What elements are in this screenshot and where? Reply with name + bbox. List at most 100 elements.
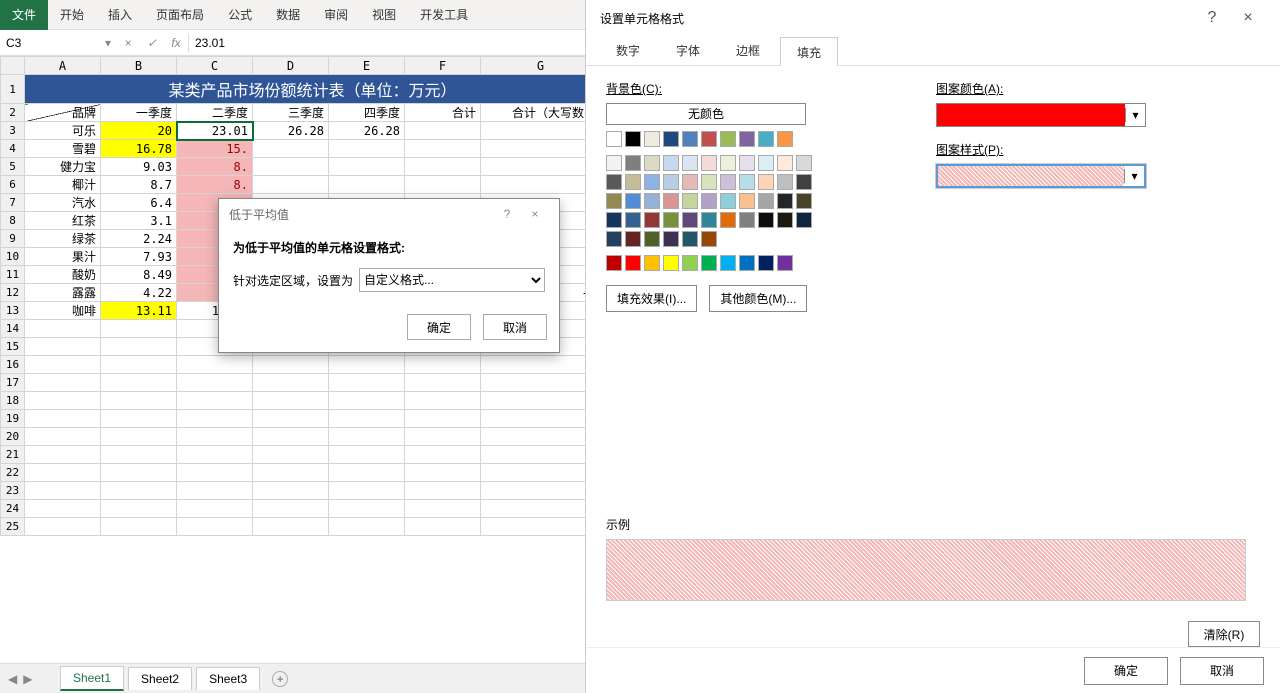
color-swatch[interactable]	[758, 212, 774, 228]
cell[interactable]	[177, 518, 253, 536]
color-swatch[interactable]	[739, 255, 755, 271]
row-header[interactable]: 18	[1, 392, 25, 410]
ribbon-tab-insert[interactable]: 插入	[96, 0, 144, 30]
cell[interactable]	[405, 410, 481, 428]
color-swatch[interactable]	[796, 174, 812, 190]
cell[interactable]	[253, 392, 329, 410]
cell[interactable]: 8.49	[101, 266, 177, 284]
cell[interactable]	[101, 392, 177, 410]
cell[interactable]	[177, 410, 253, 428]
cell[interactable]	[481, 158, 601, 176]
cell[interactable]	[101, 320, 177, 338]
cell[interactable]	[101, 482, 177, 500]
cell[interactable]	[329, 464, 405, 482]
fmt-tab-font[interactable]: 字体	[660, 36, 716, 65]
sheet-add-button[interactable]: +	[272, 671, 288, 687]
cell[interactable]	[25, 374, 101, 392]
cell[interactable]: 9.03	[101, 158, 177, 176]
cell[interactable]: 26.28	[329, 122, 405, 140]
cell[interactable]	[253, 176, 329, 194]
cell[interactable]	[177, 500, 253, 518]
color-swatch[interactable]	[663, 212, 679, 228]
row-header[interactable]: 16	[1, 356, 25, 374]
cell[interactable]	[329, 140, 405, 158]
ribbon-tab-review[interactable]: 审阅	[312, 0, 360, 30]
color-swatch[interactable]	[606, 131, 622, 147]
color-swatch[interactable]	[625, 174, 641, 190]
cell[interactable]	[25, 446, 101, 464]
cell[interactable]	[177, 482, 253, 500]
cell[interactable]	[481, 410, 601, 428]
fmt-tab-fill[interactable]: 填充	[780, 37, 838, 66]
cell[interactable]: 果汁	[25, 248, 101, 266]
color-swatch[interactable]	[625, 131, 641, 147]
color-swatch[interactable]	[606, 231, 622, 247]
cell[interactable]	[405, 518, 481, 536]
cell[interactable]	[481, 356, 601, 374]
cell[interactable]	[481, 122, 601, 140]
cell[interactable]: 汽水	[25, 194, 101, 212]
color-swatch[interactable]	[720, 174, 736, 190]
color-swatch[interactable]	[644, 193, 660, 209]
row-header[interactable]: 15	[1, 338, 25, 356]
cell[interactable]: 13.11	[101, 302, 177, 320]
cell[interactable]	[101, 518, 177, 536]
cell[interactable]	[253, 464, 329, 482]
color-swatch[interactable]	[777, 174, 793, 190]
color-swatch[interactable]	[682, 193, 698, 209]
cell[interactable]	[253, 500, 329, 518]
color-swatch[interactable]	[720, 155, 736, 171]
cell[interactable]	[25, 428, 101, 446]
select-all-corner[interactable]	[1, 57, 25, 75]
color-swatch[interactable]	[644, 255, 660, 271]
cell[interactable]	[405, 158, 481, 176]
cell[interactable]	[329, 518, 405, 536]
cell[interactable]: 15.	[177, 140, 253, 158]
cell[interactable]: 椰汁	[25, 176, 101, 194]
cell[interactable]	[25, 464, 101, 482]
cell[interactable]	[253, 158, 329, 176]
color-swatch[interactable]	[739, 174, 755, 190]
cell[interactable]	[101, 500, 177, 518]
color-swatch[interactable]	[625, 255, 641, 271]
cell[interactable]	[481, 374, 601, 392]
pattern-style-dropdown[interactable]: ▾	[936, 164, 1146, 188]
cf-ok-button[interactable]: 确定	[407, 314, 471, 340]
cell[interactable]	[481, 392, 601, 410]
row-header[interactable]: 17	[1, 374, 25, 392]
color-swatch[interactable]	[739, 193, 755, 209]
cell[interactable]: 露露	[25, 284, 101, 302]
color-swatch[interactable]	[606, 255, 622, 271]
cf-cancel-button[interactable]: 取消	[483, 314, 547, 340]
cell[interactable]	[405, 140, 481, 158]
name-box-dropdown-icon[interactable]: ▾	[100, 36, 116, 50]
cell[interactable]	[481, 500, 601, 518]
color-swatch[interactable]	[777, 255, 793, 271]
row-header[interactable]: 8	[1, 212, 25, 230]
cell[interactable]	[329, 446, 405, 464]
cell[interactable]	[177, 356, 253, 374]
cell[interactable]	[481, 518, 601, 536]
color-swatch[interactable]	[739, 131, 755, 147]
ribbon-tab-layout[interactable]: 页面布局	[144, 0, 216, 30]
cell[interactable]	[101, 410, 177, 428]
color-swatch[interactable]	[606, 212, 622, 228]
cell[interactable]	[253, 140, 329, 158]
fmt-tab-number[interactable]: 数字	[600, 36, 656, 65]
more-colors-button[interactable]: 其他颜色(M)...	[709, 285, 807, 312]
color-swatch[interactable]	[625, 155, 641, 171]
color-swatch[interactable]	[701, 255, 717, 271]
row-header[interactable]: 1	[1, 75, 25, 104]
cell[interactable]: 20	[101, 122, 177, 140]
clear-button[interactable]: 清除(R)	[1188, 621, 1260, 647]
fmt-tab-border[interactable]: 边框	[720, 36, 776, 65]
color-swatch[interactable]	[682, 231, 698, 247]
fill-effects-button[interactable]: 填充效果(I)...	[606, 285, 697, 312]
row-header[interactable]: 14	[1, 320, 25, 338]
cell[interactable]	[253, 356, 329, 374]
fx-icon[interactable]: fx	[164, 36, 188, 50]
col-header-B[interactable]: B	[101, 57, 177, 75]
row-header[interactable]: 25	[1, 518, 25, 536]
cell[interactable]	[405, 122, 481, 140]
cell[interactable]	[25, 500, 101, 518]
